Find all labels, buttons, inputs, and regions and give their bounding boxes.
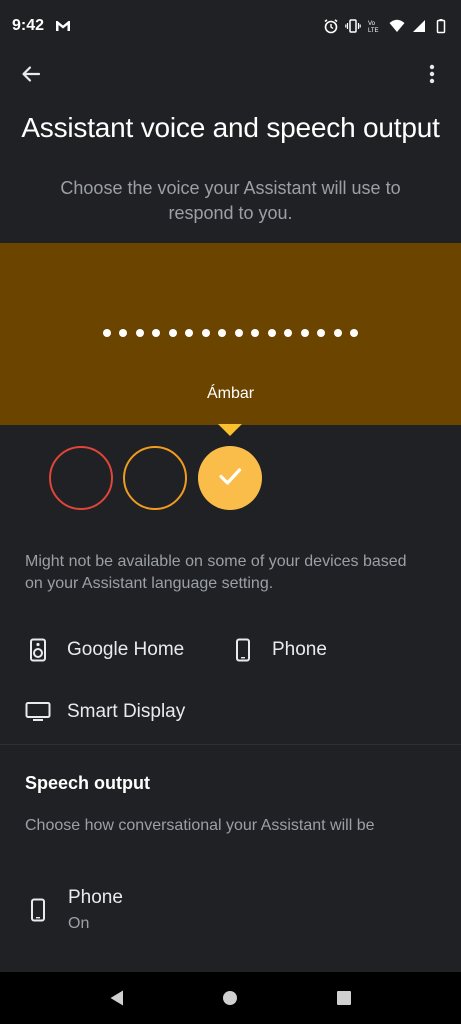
speech-output-item-state: On	[68, 915, 90, 932]
svg-text:LTE: LTE	[368, 28, 379, 34]
waveform-dot	[168, 329, 177, 337]
phone-icon	[25, 897, 51, 923]
recents-square-icon[interactable]	[324, 978, 364, 1018]
battery-icon	[433, 18, 449, 34]
waveform-dot	[135, 329, 144, 337]
waveform-dot	[333, 329, 342, 337]
waveform-dot	[102, 329, 111, 337]
phone-icon	[230, 637, 256, 663]
waveform-dot	[152, 329, 161, 337]
waveform-dot	[267, 329, 276, 337]
waveform-dot	[119, 329, 128, 337]
selected-voice-pointer	[218, 424, 242, 436]
checkmark-icon	[215, 461, 245, 496]
waveform-dot	[234, 329, 243, 337]
availability-note: Might not be available on some of your d…	[25, 553, 407, 592]
device-smart-display: Smart Display	[25, 699, 185, 725]
speaker-icon	[25, 637, 51, 663]
gmail-icon	[54, 17, 72, 35]
page-title: Assistant voice and speech output	[21, 112, 440, 143]
more-vert-icon[interactable]	[417, 59, 447, 89]
status-bar: 9:42 Vo LTE	[0, 0, 461, 52]
voice-name: Ámbar	[206, 385, 255, 402]
waveform-dot	[300, 329, 309, 337]
page-subtitle: Choose the voice your Assistant will use…	[60, 178, 401, 223]
status-icons: Vo LTE	[323, 18, 449, 34]
system-nav-bar	[0, 972, 461, 1024]
back-triangle-icon[interactable]	[97, 978, 137, 1018]
device-label: Phone	[272, 639, 327, 660]
vibrate-icon	[345, 18, 361, 34]
speech-output-title: Speech output	[25, 773, 150, 793]
signal-icon	[411, 18, 427, 34]
speech-output-phone[interactable]: Phone On	[25, 878, 445, 942]
device-label: Google Home	[67, 639, 185, 660]
voice-waveform-dots	[0, 329, 461, 337]
voice-option-amber[interactable]	[198, 446, 262, 510]
waveform-dot	[284, 329, 293, 337]
wifi-icon	[389, 18, 405, 34]
home-circle-icon[interactable]	[210, 978, 250, 1018]
section-divider	[0, 744, 461, 745]
voice-option-orange[interactable]	[123, 446, 187, 510]
speech-output-text: Phone On	[68, 887, 123, 933]
device-label: Smart Display	[67, 701, 186, 722]
waveform-dot	[185, 329, 194, 337]
waveform-dot	[218, 329, 227, 337]
speech-output-subtitle: Choose how conversational your Assistant…	[25, 817, 375, 834]
svg-text:Vo: Vo	[368, 21, 376, 27]
speech-output-item-title: Phone	[68, 887, 123, 908]
device-phone: Phone	[230, 637, 327, 663]
volte-icon: Vo LTE	[367, 18, 383, 34]
alarm-icon	[323, 18, 339, 34]
app-bar	[0, 52, 461, 96]
display-icon	[25, 699, 51, 725]
waveform-dot	[317, 329, 326, 337]
device-google-home: Google Home	[25, 637, 184, 663]
waveform-dot	[251, 329, 260, 337]
voice-option-red[interactable]	[49, 446, 113, 510]
arrow-back-icon[interactable]	[16, 59, 46, 89]
waveform-dot	[350, 329, 359, 337]
status-time: 9:42	[12, 17, 45, 34]
waveform-dot	[201, 329, 210, 337]
